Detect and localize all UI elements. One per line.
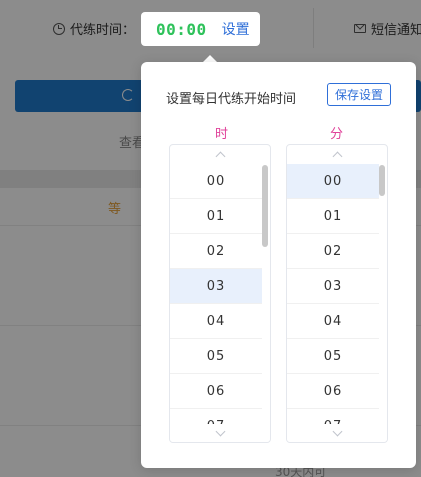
hour-options: 0001020304050607 [170,164,262,442]
hour-option[interactable]: 05 [170,339,262,374]
minute-option[interactable]: 00 [287,164,379,199]
hour-option[interactable]: 04 [170,304,262,339]
hour-option[interactable]: 01 [170,199,262,234]
hour-picker[interactable]: 0001020304050607 [169,144,271,443]
minute-option[interactable]: 01 [287,199,379,234]
chevron-down-icon[interactable] [170,424,270,442]
minute-header: 分 [330,127,344,142]
hour-option[interactable]: 06 [170,374,262,409]
time-value: 00:00 [156,19,207,39]
hour-option[interactable]: 03 [170,269,262,304]
chevron-up-icon[interactable] [170,145,270,163]
minute-option[interactable]: 02 [287,234,379,269]
scrollbar[interactable] [262,165,268,247]
minute-option[interactable]: 04 [287,304,379,339]
hour-header: 时 [215,127,229,142]
scrollbar[interactable] [379,165,385,196]
hour-option[interactable]: 00 [170,164,262,199]
popup-title: 设置每日代练开始时间 [166,92,297,107]
minute-picker[interactable]: 0001020304050607 [286,144,388,443]
minute-options: 0001020304050607 [287,164,379,442]
minute-option[interactable]: 03 [287,269,379,304]
time-chip: 00:00 设置 [141,12,260,46]
minute-option[interactable]: 05 [287,339,379,374]
save-settings-button[interactable]: 保存设置 [327,83,391,106]
minute-option[interactable]: 06 [287,374,379,409]
time-picker-popup: 设置每日代练开始时间 保存设置 时 分 0001020304050607 000… [141,62,416,468]
chevron-up-icon[interactable] [287,145,387,163]
set-time-link[interactable]: 设置 [222,19,250,39]
chevron-down-icon[interactable] [287,424,387,442]
hour-option[interactable]: 02 [170,234,262,269]
